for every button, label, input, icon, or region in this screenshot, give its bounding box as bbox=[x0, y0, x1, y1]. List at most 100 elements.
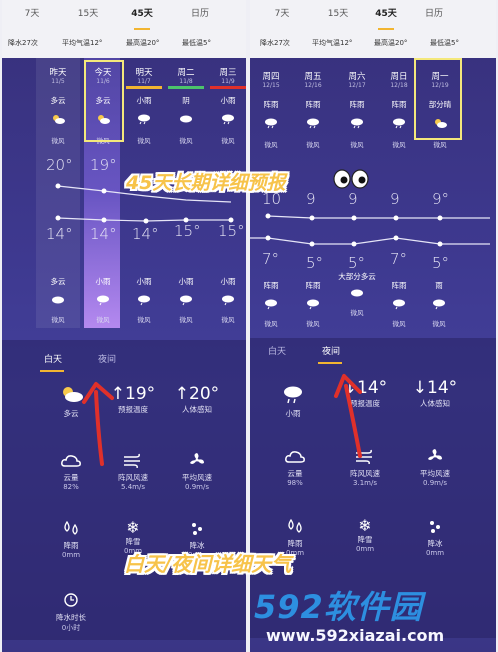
metric-label: 降雨 bbox=[63, 541, 79, 550]
day-column[interactable]: 明天 11/7 小雨 微风 bbox=[126, 66, 162, 145]
metric-value: 82% bbox=[63, 483, 79, 491]
day-column[interactable]: 周三 11/9 小雨 微风 bbox=[210, 66, 246, 145]
tab-45-days[interactable]: 45天 bbox=[122, 6, 162, 19]
low-temp: 7° bbox=[390, 250, 408, 268]
metric-label: 阵风风速 bbox=[350, 469, 380, 478]
low-temp: 14° bbox=[90, 225, 117, 243]
subtab-night[interactable]: 夜间 bbox=[98, 352, 116, 365]
night-condition: 大部分多云 bbox=[338, 272, 376, 281]
night-wind: 微风 bbox=[432, 320, 446, 328]
day-name: 周日 bbox=[390, 72, 408, 82]
day-column[interactable]: 昨天 11/5 多云 微风 bbox=[40, 66, 76, 145]
feels-like-cell: ↓14° 人体感知 bbox=[400, 378, 470, 409]
rainfall-cell: 降雨 0mm bbox=[36, 520, 106, 559]
ice-icon bbox=[400, 518, 470, 538]
avg-wind-cell: 平均风速 0.9m/s bbox=[400, 448, 470, 487]
metric-label: 阵风风速 bbox=[118, 473, 148, 482]
metric-label: 平均风速 bbox=[420, 469, 450, 478]
high-temp: 20° bbox=[46, 156, 73, 174]
rain-cloud-icon bbox=[422, 295, 456, 314]
day-wind: 微风 bbox=[179, 137, 193, 145]
night-wind: 微风 bbox=[392, 320, 406, 328]
rain-cloud-icon bbox=[210, 110, 246, 129]
day-column[interactable]: 周日 12/18 阵雨 微风 bbox=[382, 70, 416, 149]
stat-rain-count: 降水27次 bbox=[8, 39, 38, 47]
metric-value: 0mm bbox=[425, 549, 445, 557]
metric-value: 0.9m/s bbox=[423, 479, 447, 487]
day-name: 周四 bbox=[262, 72, 280, 82]
precip-duration-cell: 降水时长 0小时 bbox=[36, 592, 106, 633]
tab-calendar[interactable]: 日历 bbox=[414, 6, 454, 19]
day-name: 周六 bbox=[348, 72, 366, 82]
night-condition: 阵雨 bbox=[391, 281, 407, 290]
metric-value: 0.9m/s bbox=[185, 483, 209, 491]
raindrops-icon bbox=[36, 520, 106, 540]
cloud-icon bbox=[336, 284, 378, 303]
day-column[interactable]: 周二 11/8 阴 微风 bbox=[168, 66, 204, 145]
partly-cloudy-icon bbox=[40, 110, 76, 129]
night-wind: 微风 bbox=[96, 316, 110, 324]
tab-15-days[interactable]: 15天 bbox=[68, 6, 108, 19]
day-wind: 微风 bbox=[264, 141, 278, 149]
stat-min-temp: 最低温5° bbox=[182, 39, 211, 47]
stat-max-temp: 最高温20° bbox=[126, 39, 160, 47]
day-date: 12/16 bbox=[304, 82, 322, 89]
day-name: 周五 bbox=[304, 72, 322, 82]
day-date: 11/8 bbox=[179, 78, 193, 85]
night-column: 小雨 微风 bbox=[168, 276, 204, 324]
rain-cloud-icon bbox=[126, 291, 162, 310]
metric-label: 平均风速 bbox=[182, 473, 212, 482]
day-condition: 阵雨 bbox=[263, 100, 279, 109]
rain-cloud-icon bbox=[382, 114, 416, 133]
eyes-emoji-icon bbox=[332, 168, 372, 194]
subtab-underline bbox=[40, 370, 64, 372]
night-condition: 雨 bbox=[435, 281, 443, 290]
feels-like-value: ↓14° bbox=[412, 378, 458, 398]
night-condition: 小雨 bbox=[178, 277, 194, 286]
day-name: 周二 bbox=[177, 68, 195, 78]
low-temp: 5° bbox=[348, 254, 366, 272]
day-column[interactable]: 周四 12/15 阵雨 微风 bbox=[254, 70, 288, 149]
snowfall-cell: ❄ 降雪 0mm bbox=[330, 518, 400, 554]
tab-45-days[interactable]: 45天 bbox=[366, 6, 406, 19]
stat-avg-temp: 平均气温12° bbox=[62, 39, 103, 47]
night-wind: 微风 bbox=[306, 320, 320, 328]
night-condition: 阵雨 bbox=[263, 281, 279, 290]
tab-7-days[interactable]: 7天 bbox=[262, 6, 302, 19]
raindrops-icon bbox=[260, 518, 330, 538]
metric-value: 0小时 bbox=[61, 624, 81, 632]
tab-calendar[interactable]: 日历 bbox=[180, 6, 220, 19]
high-temp: 19° bbox=[90, 156, 117, 174]
subtab-day[interactable]: 白天 bbox=[44, 352, 62, 365]
subtab-night[interactable]: 夜间 bbox=[322, 344, 340, 357]
night-wind: 微风 bbox=[137, 316, 151, 324]
low-temp: 7° bbox=[262, 250, 280, 268]
metric-label: 降雪 bbox=[357, 535, 373, 544]
condition-label: 小雨 bbox=[285, 409, 301, 418]
tab-7-days[interactable]: 7天 bbox=[12, 6, 52, 19]
day-name: 昨天 bbox=[49, 68, 67, 78]
forecast-header: 7天 15天 45天 日历 降水27次 平均气温12° 最高温20° 最低温5° bbox=[250, 0, 496, 58]
metric-label: 降水时长 bbox=[56, 613, 86, 622]
feels-like-cell: ↑20° 人体感知 bbox=[162, 384, 232, 415]
day-column[interactable]: 周六 12/17 阵雨 微风 bbox=[340, 70, 374, 149]
subtab-day[interactable]: 白天 bbox=[268, 344, 286, 357]
day-wind: 微风 bbox=[392, 141, 406, 149]
low-temp: 14° bbox=[46, 225, 73, 243]
tab-15-days[interactable]: 15天 bbox=[318, 6, 358, 19]
night-column: 小雨 微风 bbox=[86, 276, 120, 324]
avg-wind-cell: 平均风速 0.9m/s bbox=[162, 452, 232, 491]
day-wind: 微风 bbox=[306, 141, 320, 149]
stat-avg-temp: 平均气温12° bbox=[312, 39, 353, 47]
day-wind: 微风 bbox=[51, 137, 65, 145]
feels-like-label: 人体感知 bbox=[182, 405, 212, 414]
night-wind: 微风 bbox=[221, 316, 235, 324]
day-condition: 阵雨 bbox=[391, 100, 407, 109]
day-name: 明天 bbox=[135, 68, 153, 78]
metric-label: 降雪 bbox=[125, 537, 141, 546]
clock-icon bbox=[36, 592, 106, 612]
day-date: 12/18 bbox=[390, 82, 408, 89]
day-condition: 多云 bbox=[50, 96, 66, 105]
day-column[interactable]: 周五 12/16 阵雨 微风 bbox=[296, 70, 330, 149]
rain-cloud-icon bbox=[210, 291, 246, 310]
